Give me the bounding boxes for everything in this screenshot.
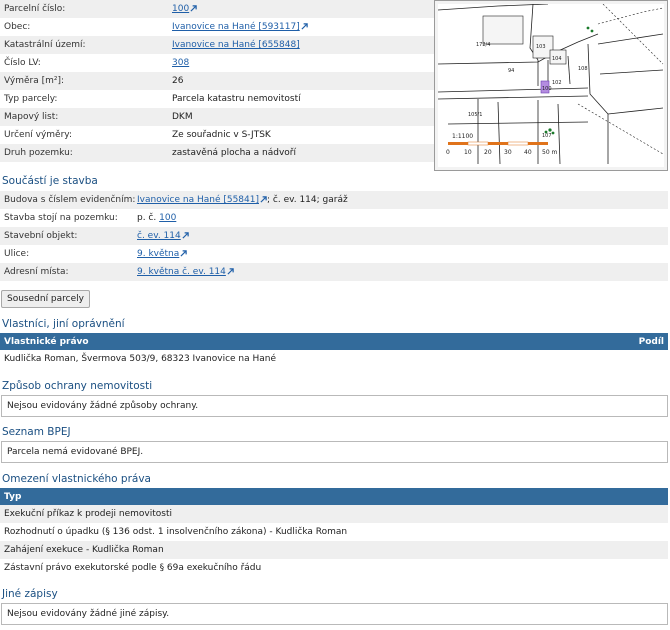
map-parcel-label: 102	[552, 80, 562, 86]
owner-row: Kudlička Roman, Švermova 503/9, 68323 Iv…	[4, 354, 277, 364]
typ-parcely-value: Parcela katastru nemovitostí	[172, 94, 301, 104]
stands-parcel-link[interactable]: 100	[159, 213, 176, 223]
vymera-row: Výměra [m²]: 26	[0, 72, 434, 90]
map-parcel-label: 100	[542, 86, 552, 92]
druh-pozemku-label: Druh pozemku:	[4, 148, 73, 158]
vymera-label: Výměra [m²]:	[4, 76, 65, 86]
parcel-number-label: Parcelní číslo:	[4, 4, 66, 14]
urceni-vymery-row: Určení výměry: Ze souřadnic v S-JTSK	[0, 126, 434, 144]
stands-label: Stavba stojí na pozemku:	[4, 213, 118, 223]
parcel-number-row: Parcelní číslo: 100	[0, 0, 434, 18]
urceni-vymery-label: Určení výměry:	[4, 130, 73, 140]
obec-label: Obec:	[4, 22, 31, 32]
cislo-lv-label: Číslo LV:	[4, 58, 41, 68]
map-parcel-label: 172/4	[476, 42, 490, 48]
protection-title: Způsob ochrany nemovitosti	[2, 380, 153, 392]
external-link-icon	[227, 268, 234, 275]
owners-title: Vlastníci, jiní oprávnění	[2, 318, 125, 330]
map-parcel-label: 107	[542, 133, 552, 139]
obec-row: Obec: Ivanovice na Hané [593117]	[0, 18, 434, 36]
restrictions-section: Omezení vlastnického práva Typ Exekuční …	[0, 470, 668, 577]
building-label: Budova s číslem evidenčním:	[4, 195, 136, 205]
stavba-title: Součástí je stavba	[2, 175, 98, 187]
map-parcel-label: 103	[536, 44, 546, 50]
restrictions-title: Omezení vlastnického práva	[2, 473, 151, 485]
restriction-row: Exekuční příkaz k prodeji nemovitosti	[0, 505, 668, 523]
katastralni-uzemi-row: Katastrální území: Ivanovice na Hané [65…	[0, 36, 434, 54]
katastralni-uzemi-link[interactable]: Ivanovice na Hané [655848]	[172, 40, 300, 50]
parcel-info-table: Parcelní číslo: 100 Obec: Ivanovice na H…	[0, 0, 434, 162]
obec-link[interactable]: Ivanovice na Hané [593117]	[172, 22, 300, 32]
building-link[interactable]: Ivanovice na Hané [55841]	[137, 195, 259, 205]
typ-parcely-label: Typ parcely:	[4, 94, 58, 104]
druh-pozemku-row: Druh pozemku: zastavěná plocha a nádvoří	[0, 144, 434, 162]
object-link[interactable]: č. ev. 114	[137, 231, 181, 241]
restrictions-col-typ: Typ	[4, 491, 22, 502]
external-link-icon	[190, 5, 197, 12]
katastralni-uzemi-label: Katastrální území:	[4, 40, 86, 50]
external-link-icon	[180, 250, 188, 257]
map-scale-tick: 0	[446, 149, 450, 156]
address-row: Adresní místa: 9. května č. ev. 114	[0, 263, 668, 281]
address-link[interactable]: 9. května č. ev. 114	[137, 267, 226, 277]
address-label: Adresní místa:	[4, 267, 69, 277]
map-scale-tick: 20	[484, 149, 492, 156]
owners-col-vlastnicke-pravo: Vlastnické právo	[4, 336, 89, 347]
external-link-icon	[182, 232, 189, 239]
parcel-number-link[interactable]: 100	[172, 4, 189, 14]
map-scale-ratio: 1:1100	[452, 133, 473, 140]
mapovy-list-row: Mapový list: DKM	[0, 108, 434, 126]
neighbouring-parcels-button[interactable]: Sousední parcely	[1, 290, 90, 308]
building-details: ; č. ev. 114; garáž	[267, 195, 348, 205]
cadastral-map-drawing: 172/4 94 100 102 103 105/1 104 107 108 1…	[438, 4, 664, 167]
map-parcel-label: 105/1	[468, 112, 482, 118]
street-link[interactable]: 9. května	[137, 249, 179, 259]
protection-box: Nejsou evidovány žádné způsoby ochrany.	[1, 395, 668, 417]
street-label: Ulice:	[4, 249, 30, 259]
other-records-title: Jiné zápisy	[2, 588, 58, 600]
owners-table-header: Vlastnické právo Podíl	[0, 333, 668, 350]
bpej-title: Seznam BPEJ	[2, 426, 71, 438]
map-parcel-label: 104	[552, 56, 562, 62]
building-row: Budova s číslem evidenčním: Ivanovice na…	[0, 191, 668, 209]
typ-parcely-row: Typ parcely: Parcela katastru nemovitost…	[0, 90, 434, 108]
mapovy-list-label: Mapový list:	[4, 112, 59, 122]
vymera-value: 26	[172, 76, 184, 86]
map-scale-tick: 40	[524, 149, 532, 156]
restriction-row: Zahájení exekuce - Kudlička Roman	[0, 541, 668, 559]
map-scale-tick: 10	[464, 149, 472, 156]
stands-row: Stavba stojí na pozemku: p. č. 100	[0, 209, 668, 227]
restrictions-table-header: Typ	[0, 488, 668, 505]
cadastral-map-thumbnail[interactable]: 172/4 94 100 102 103 105/1 104 107 108 1…	[434, 0, 668, 171]
druh-pozemku-value: zastavěná plocha a nádvoří	[172, 148, 297, 158]
map-scale-bar: 0 10 20 30 40 50 m	[446, 141, 558, 156]
bpej-section: Seznam BPEJ Parcela nemá evidované BPEJ.	[0, 423, 668, 463]
map-scale-tick: 50 m	[542, 149, 558, 156]
other-records-box: Nejsou evidovány žádné jiné zápisy.	[1, 603, 668, 625]
map-scale-tick: 30	[504, 149, 512, 156]
external-link-icon	[301, 23, 308, 30]
bpej-box: Parcela nemá evidované BPEJ.	[1, 441, 668, 463]
owners-section: Vlastníci, jiní oprávnění Vlastnické prá…	[0, 315, 668, 368]
mapovy-list-value: DKM	[172, 112, 193, 122]
urceni-vymery-value: Ze souřadnic v S-JTSK	[172, 130, 271, 140]
map-parcel-label: 94	[508, 68, 514, 74]
object-label: Stavební objekt:	[4, 231, 78, 241]
other-records-section: Jiné zápisy Nejsou evidovány žádné jiné …	[0, 585, 668, 625]
street-row: Ulice: 9. května	[0, 245, 668, 263]
object-row: Stavební objekt: č. ev. 114	[0, 227, 668, 245]
restriction-row: Rozhodnutí o úpadku (§ 136 odst. 1 insol…	[4, 527, 348, 537]
map-parcel-label: 108	[578, 66, 588, 72]
external-link-icon	[260, 196, 267, 203]
protection-section: Způsob ochrany nemovitosti Nejsou evidov…	[0, 377, 668, 417]
stavba-section: Součástí je stavba Budova s číslem evide…	[0, 172, 668, 281]
cislo-lv-link[interactable]: 308	[172, 58, 189, 68]
owners-col-podil: Podíl	[638, 336, 664, 347]
restriction-row: Zástavní právo exekutorské podle § 69a e…	[4, 563, 262, 573]
stands-prefix: p. č.	[137, 213, 157, 223]
cislo-lv-row: Číslo LV: 308	[0, 54, 434, 72]
